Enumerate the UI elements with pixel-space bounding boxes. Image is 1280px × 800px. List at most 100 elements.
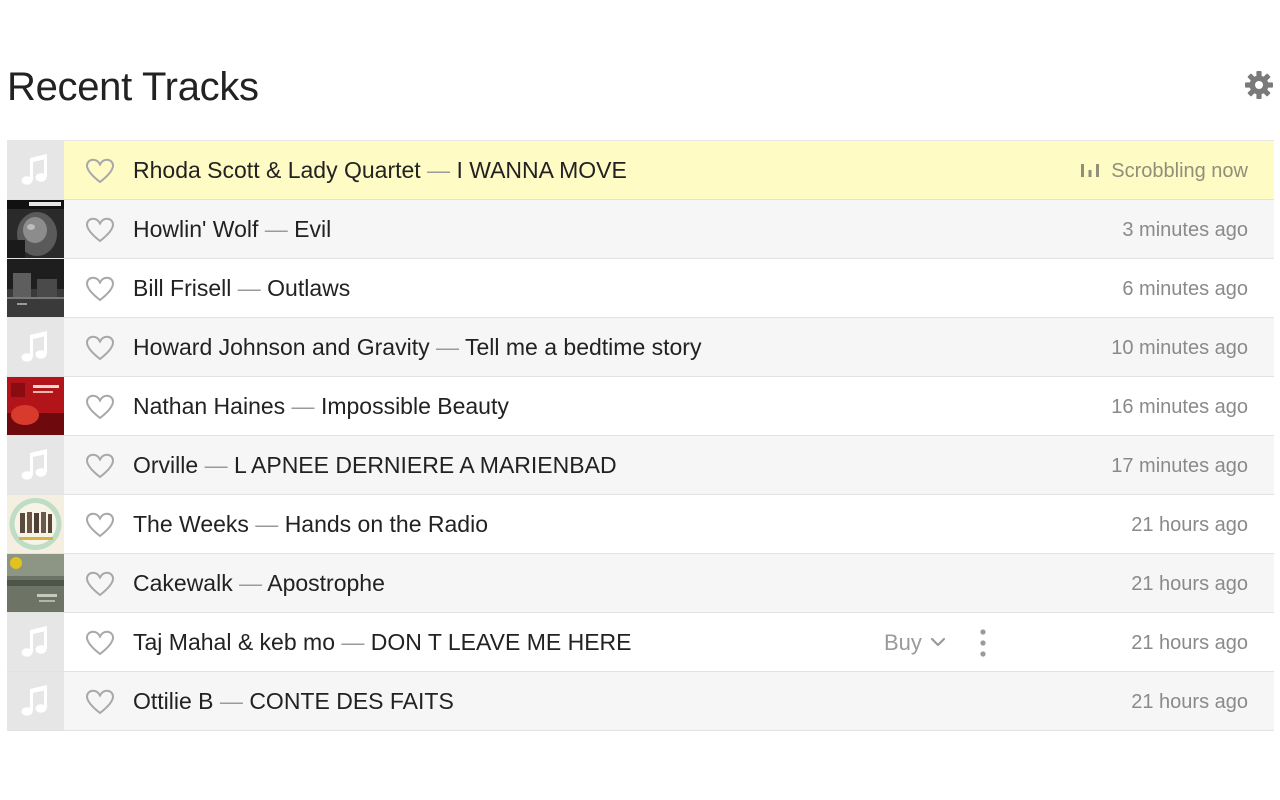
track-info: Howard Johnson and Gravity — Tell me a b… bbox=[133, 318, 701, 376]
timestamp: 16 minutes ago bbox=[1111, 396, 1248, 418]
track-title-link[interactable]: Outlaws bbox=[267, 275, 350, 301]
track-title-link[interactable]: Apostrophe bbox=[267, 570, 385, 596]
separator: — bbox=[341, 629, 365, 655]
heart-icon bbox=[85, 394, 115, 420]
heart-icon bbox=[85, 158, 115, 184]
placeholder-cover bbox=[7, 436, 64, 494]
buy-button[interactable]: Buy bbox=[884, 613, 946, 673]
artist-link[interactable]: Bill Frisell bbox=[133, 275, 231, 301]
track-row[interactable]: Howlin' Wolf — Evil 3 minutes ago bbox=[7, 200, 1274, 259]
track-row[interactable]: Bill Frisell — Outlaws 6 minutes ago bbox=[7, 259, 1274, 318]
track-info: Nathan Haines — Impossible Beauty bbox=[133, 377, 509, 435]
album-cover[interactable] bbox=[7, 200, 64, 258]
track-info: The Weeks — Hands on the Radio bbox=[133, 495, 488, 553]
track-row[interactable]: Nathan Haines — Impossible Beauty 16 min… bbox=[7, 377, 1274, 436]
artist-link[interactable]: Rhoda Scott & Lady Quartet bbox=[133, 157, 421, 183]
love-button[interactable] bbox=[85, 689, 115, 715]
love-button[interactable] bbox=[85, 571, 115, 597]
track-title-link[interactable]: CONTE DES FAITS bbox=[249, 688, 453, 714]
album-cover[interactable] bbox=[7, 495, 64, 553]
artist-link[interactable]: Howlin' Wolf bbox=[133, 216, 258, 242]
timestamp: 6 minutes ago bbox=[1122, 278, 1248, 300]
artist-link[interactable]: Nathan Haines bbox=[133, 393, 285, 419]
scrobbling-label: Scrobbling now bbox=[1111, 160, 1248, 182]
placeholder-cover bbox=[7, 613, 64, 671]
album-art-image bbox=[7, 200, 64, 258]
track-title-link[interactable]: Hands on the Radio bbox=[285, 511, 488, 537]
heart-icon bbox=[85, 335, 115, 361]
artist-link[interactable]: Ottilie B bbox=[133, 688, 214, 714]
love-button[interactable] bbox=[85, 512, 115, 538]
artist-link[interactable]: Howard Johnson and Gravity bbox=[133, 334, 430, 360]
track-row[interactable]: Rhoda Scott & Lady Quartet — I WANNA MOV… bbox=[7, 141, 1274, 200]
recent-tracks-page: Recent Tracks Rhoda Scott & Lady Quartet… bbox=[0, 0, 1280, 800]
more-options-button[interactable] bbox=[973, 627, 993, 659]
heart-icon bbox=[85, 217, 115, 243]
love-button[interactable] bbox=[85, 217, 115, 243]
love-button[interactable] bbox=[85, 158, 115, 184]
love-button[interactable] bbox=[85, 335, 115, 361]
album-cover[interactable] bbox=[7, 377, 64, 435]
heart-icon bbox=[85, 453, 115, 479]
album-cover[interactable] bbox=[7, 554, 64, 612]
album-art-image bbox=[7, 377, 64, 435]
page-title: Recent Tracks bbox=[7, 65, 259, 109]
artist-link[interactable]: Cakewalk bbox=[133, 570, 233, 596]
track-list: Rhoda Scott & Lady Quartet — I WANNA MOV… bbox=[7, 140, 1274, 731]
artist-link[interactable]: The Weeks bbox=[133, 511, 249, 537]
music-note-icon bbox=[21, 626, 47, 657]
artist-link[interactable]: Taj Mahal & keb mo bbox=[133, 629, 335, 655]
album-art-image bbox=[7, 495, 64, 553]
love-button[interactable] bbox=[85, 453, 115, 479]
separator: — bbox=[239, 570, 263, 596]
separator: — bbox=[264, 216, 288, 242]
timestamp: 21 hours ago bbox=[1131, 514, 1248, 536]
placeholder-cover bbox=[7, 141, 64, 199]
heart-icon bbox=[85, 512, 115, 538]
track-row[interactable]: The Weeks — Hands on the Radio 21 hours … bbox=[7, 495, 1274, 554]
track-title-link[interactable]: Evil bbox=[294, 216, 331, 242]
track-row[interactable]: Cakewalk — Apostrophe 21 hours ago bbox=[7, 554, 1274, 613]
timestamp: 21 hours ago bbox=[1131, 573, 1248, 595]
equalizer-icon bbox=[1081, 163, 1100, 177]
timestamp: 3 minutes ago bbox=[1122, 219, 1248, 241]
separator: — bbox=[291, 393, 315, 419]
love-button[interactable] bbox=[85, 276, 115, 302]
track-row[interactable]: Howard Johnson and Gravity — Tell me a b… bbox=[7, 318, 1274, 377]
music-note-icon bbox=[21, 449, 47, 480]
track-info: Orville — L APNEE DERNIERE A MARIENBAD bbox=[133, 436, 617, 494]
love-button[interactable] bbox=[85, 630, 115, 656]
separator: — bbox=[219, 688, 243, 714]
timestamp: 10 minutes ago bbox=[1111, 337, 1248, 359]
track-row[interactable]: Taj Mahal & keb mo — DON T LEAVE ME HERE… bbox=[7, 613, 1274, 672]
album-art-image bbox=[7, 259, 64, 317]
album-art-image bbox=[7, 554, 64, 612]
separator: — bbox=[255, 511, 279, 537]
timestamp: 21 hours ago bbox=[1131, 691, 1248, 713]
settings-button[interactable] bbox=[1244, 70, 1274, 100]
separator: — bbox=[427, 157, 451, 183]
chevron-down-icon bbox=[930, 638, 946, 647]
separator: — bbox=[237, 275, 261, 301]
track-row[interactable]: Orville — L APNEE DERNIERE A MARIENBAD 1… bbox=[7, 436, 1274, 495]
more-vertical-icon bbox=[980, 629, 986, 657]
header: Recent Tracks bbox=[7, 62, 1274, 114]
love-button[interactable] bbox=[85, 394, 115, 420]
track-row[interactable]: Ottilie B — CONTE DES FAITS 21 hours ago bbox=[7, 672, 1274, 731]
track-title-link[interactable]: Impossible Beauty bbox=[321, 393, 509, 419]
track-info: Bill Frisell — Outlaws bbox=[133, 259, 350, 317]
track-info: Cakewalk — Apostrophe bbox=[133, 554, 385, 612]
music-note-icon bbox=[21, 331, 47, 362]
music-note-icon bbox=[21, 685, 47, 716]
track-title-link[interactable]: L APNEE DERNIERE A MARIENBAD bbox=[234, 452, 617, 478]
separator: — bbox=[204, 452, 228, 478]
scrobbling-status: Scrobbling now bbox=[1081, 141, 1248, 201]
track-title-link[interactable]: DON T LEAVE ME HERE bbox=[371, 629, 632, 655]
placeholder-cover bbox=[7, 672, 64, 730]
track-title-link[interactable]: Tell me a bedtime story bbox=[465, 334, 701, 360]
artist-link[interactable]: Orville bbox=[133, 452, 198, 478]
album-cover[interactable] bbox=[7, 259, 64, 317]
track-title-link[interactable]: I WANNA MOVE bbox=[456, 157, 626, 183]
buy-label: Buy bbox=[884, 630, 922, 655]
separator: — bbox=[436, 334, 459, 360]
